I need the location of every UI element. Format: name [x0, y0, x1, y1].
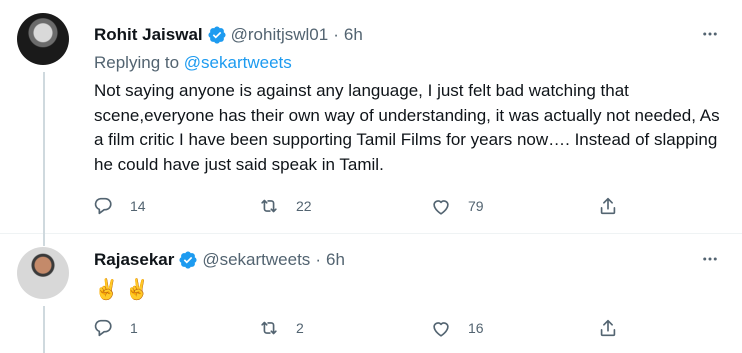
like-button[interactable]: 79 [430, 194, 484, 218]
like-count: 16 [468, 320, 484, 336]
thread-line-bottom [43, 306, 45, 353]
replying-to: Replying to @sekartweets [94, 53, 292, 73]
like-icon [433, 200, 449, 215]
share-icon [600, 319, 616, 337]
tweet-header: Rajasekar @sekartweets · 6h [94, 248, 345, 272]
more-options-icon[interactable] [700, 24, 720, 44]
avatar[interactable] [17, 13, 69, 65]
retweet-button[interactable]: 2 [258, 316, 304, 340]
tweet-actions: 14 22 79 [92, 194, 632, 218]
replying-prefix: Replying to [94, 53, 180, 72]
replying-to-link[interactable]: @sekartweets [184, 53, 292, 72]
author-handle[interactable]: @rohitjswl01 [231, 25, 329, 45]
retweet-button[interactable]: 22 [258, 194, 312, 218]
more-options-icon[interactable] [700, 249, 720, 269]
tweet-header: Rohit Jaiswal @rohitjswl01 · 6h [94, 23, 363, 47]
timestamp[interactable]: 6h [326, 250, 345, 270]
like-icon [433, 322, 449, 337]
share-button[interactable] [597, 194, 619, 218]
retweet-count: 2 [296, 320, 304, 336]
avatar[interactable] [17, 247, 69, 299]
like-count: 79 [468, 198, 484, 214]
reply-button[interactable]: 14 [92, 194, 146, 218]
tweet-1[interactable]: Rohit Jaiswal @rohitjswl01 · 6h Replying… [0, 0, 742, 234]
author-name[interactable]: Rajasekar [94, 250, 174, 270]
tweet-text: Not saying anyone is against any languag… [94, 81, 720, 174]
separator-dot: · [315, 250, 321, 269]
like-button[interactable]: 16 [430, 316, 484, 340]
reply-count: 1 [130, 320, 138, 336]
tweet-2[interactable]: Rajasekar @sekartweets · 6h ✌ ✌ 1 2 16 [0, 233, 742, 353]
share-button[interactable] [597, 316, 619, 340]
retweet-icon [261, 199, 277, 213]
verified-badge-icon [208, 26, 226, 44]
retweet-icon [261, 321, 277, 335]
thread-line-top [43, 233, 45, 246]
verified-badge-icon [179, 251, 197, 269]
reply-icon [94, 197, 112, 215]
tweet-actions: 1 2 16 [92, 316, 632, 340]
timestamp[interactable]: 6h [344, 25, 363, 45]
share-icon [600, 197, 616, 215]
tweet-text: ✌ ✌ [94, 279, 150, 301]
reply-icon [94, 319, 112, 337]
reply-button[interactable]: 1 [92, 316, 138, 340]
reply-count: 14 [130, 198, 146, 214]
thread-line [43, 72, 45, 234]
retweet-count: 22 [296, 198, 312, 214]
author-name[interactable]: Rohit Jaiswal [94, 25, 203, 45]
author-handle[interactable]: @sekartweets [202, 250, 310, 270]
separator-dot: · [333, 25, 339, 44]
